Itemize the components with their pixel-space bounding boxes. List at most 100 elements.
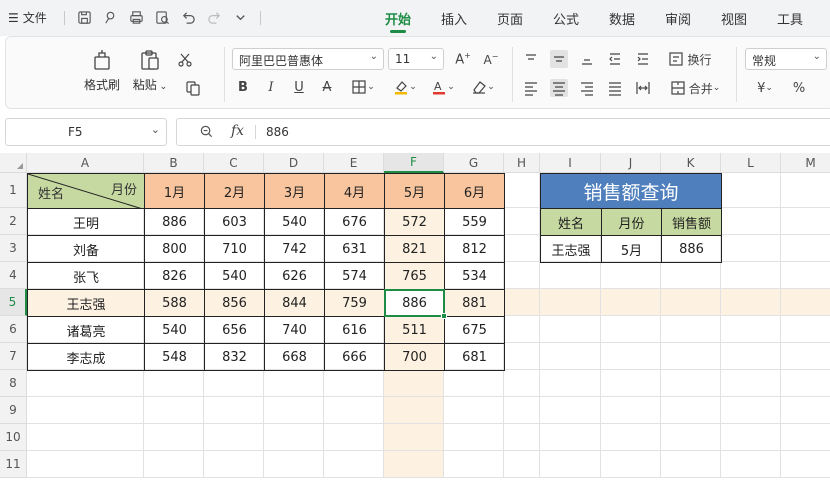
print-preview-icon[interactable] — [154, 9, 170, 25]
sales-value-cell[interactable]: 540 — [144, 316, 205, 344]
sales-value-cell[interactable]: 559 — [444, 208, 505, 236]
grid-cell[interactable] — [661, 451, 721, 478]
sales-value-cell[interactable]: 710 — [204, 235, 265, 263]
row-header-1[interactable]: 1 — [0, 173, 27, 208]
grid-cell[interactable] — [721, 424, 781, 451]
italic-icon[interactable]: I — [262, 78, 280, 96]
grid-cell[interactable] — [540, 397, 601, 424]
sales-value-cell[interactable]: 800 — [144, 235, 205, 263]
month-header-cell[interactable]: 4月 — [324, 173, 385, 209]
redo-icon[interactable] — [206, 9, 222, 25]
lookup-value-cell[interactable]: 886 — [661, 235, 722, 263]
grid-cell[interactable] — [204, 397, 264, 424]
diagonal-header-cell[interactable]: 月份 姓名 — [27, 173, 145, 209]
grid-cell[interactable] — [721, 262, 781, 289]
grid-cell[interactable] — [264, 370, 324, 397]
border-icon[interactable]: ⌄ — [348, 78, 378, 96]
grid-cell[interactable] — [661, 316, 721, 343]
grid-cell[interactable] — [144, 424, 204, 451]
row-header-10[interactable]: 10 — [0, 424, 27, 451]
lookup-value-cell[interactable]: 王志强 — [540, 235, 602, 263]
grid-cell[interactable] — [721, 343, 781, 370]
paste-button[interactable]: 粘贴 ⌄ — [130, 48, 170, 93]
sales-value-cell[interactable]: 681 — [444, 343, 505, 371]
grid-cell[interactable] — [204, 370, 264, 397]
sales-value-cell[interactable]: 603 — [204, 208, 265, 236]
row-header-4[interactable]: 4 — [0, 262, 27, 289]
currency-icon[interactable]: ¥ ⌄ — [750, 79, 780, 97]
grid-cell[interactable] — [721, 370, 781, 397]
decrease-indent-icon[interactable] — [606, 50, 624, 68]
align-right-icon[interactable] — [578, 79, 596, 97]
sales-value-cell[interactable]: 668 — [264, 343, 325, 371]
grid-cell[interactable] — [504, 173, 540, 208]
distributed-icon[interactable] — [634, 79, 652, 97]
grid-cell[interactable] — [781, 208, 830, 235]
lookup-title-cell[interactable]: 销售额查询 — [540, 173, 722, 209]
grid-cell[interactable] — [721, 208, 781, 235]
grid-cell[interactable] — [721, 173, 781, 208]
sales-value-cell[interactable]: 676 — [324, 208, 385, 236]
grid-cell[interactable] — [661, 397, 721, 424]
share-icon[interactable] — [102, 9, 118, 25]
decrease-font-icon[interactable]: A− — [482, 50, 500, 68]
active-cell[interactable]: 886 — [384, 289, 445, 317]
clear-format-icon[interactable]: ⌄ — [468, 78, 498, 96]
grid-cell[interactable] — [721, 235, 781, 262]
grid-cell[interactable] — [781, 397, 830, 424]
sales-value-cell[interactable]: 856 — [204, 289, 265, 317]
grid-cell[interactable] — [540, 316, 601, 343]
percent-icon[interactable]: % — [790, 79, 808, 97]
font-name-select[interactable]: 阿里巴巴普惠体 ⌄ — [232, 48, 384, 70]
undo-icon[interactable] — [180, 9, 196, 25]
grid-cell[interactable] — [504, 451, 540, 478]
lookup-value-cell[interactable]: 5月 — [601, 235, 662, 263]
column-header-m[interactable]: M — [781, 153, 830, 173]
sales-value-cell[interactable]: 742 — [264, 235, 325, 263]
grid-cell[interactable] — [27, 397, 144, 424]
select-all-corner[interactable] — [0, 153, 27, 173]
sales-value-cell[interactable]: 616 — [324, 316, 385, 344]
column-header-j[interactable]: J — [601, 153, 661, 173]
grid-cell[interactable] — [601, 262, 661, 289]
increase-font-icon[interactable]: A+ — [454, 50, 472, 68]
tab-review[interactable]: 审阅 — [665, 9, 691, 28]
align-bottom-icon[interactable] — [578, 50, 596, 68]
lookup-header-cell[interactable]: 销售额 — [661, 208, 722, 236]
file-menu[interactable]: ☰ 文件 — [8, 9, 47, 26]
sales-value-cell[interactable]: 881 — [444, 289, 505, 317]
employee-name-cell[interactable]: 刘备 — [27, 235, 145, 263]
format-painter-button[interactable]: 格式刷 — [82, 48, 122, 93]
lookup-header-cell[interactable]: 姓名 — [540, 208, 602, 236]
sales-value-cell[interactable]: 548 — [144, 343, 205, 371]
sales-value-cell[interactable]: 588 — [144, 289, 205, 317]
sales-value-cell[interactable]: 626 — [264, 262, 325, 290]
grid-cell[interactable] — [324, 451, 384, 478]
font-color-icon[interactable]: A ⌄ — [428, 78, 458, 96]
employee-name-cell[interactable]: 王志强 — [27, 289, 145, 317]
grid-cell[interactable] — [27, 451, 144, 478]
grid-cell[interactable] — [384, 451, 444, 478]
grid-cell[interactable] — [504, 208, 540, 235]
sales-value-cell[interactable]: 759 — [324, 289, 385, 317]
grid-cell[interactable] — [384, 370, 444, 397]
formula-bar[interactable]: fx 886 — [176, 118, 830, 146]
merge-button[interactable]: 合并 ⌄ — [666, 79, 724, 97]
tab-insert[interactable]: 插入 — [441, 9, 467, 28]
grid-cell[interactable] — [504, 316, 540, 343]
sales-value-cell[interactable]: 812 — [444, 235, 505, 263]
sales-value-cell[interactable]: 656 — [204, 316, 265, 344]
sales-value-cell[interactable]: 534 — [444, 262, 505, 290]
grid-cell[interactable] — [781, 235, 830, 262]
align-middle-icon[interactable] — [550, 50, 568, 68]
sales-value-cell[interactable]: 765 — [384, 262, 445, 290]
sales-value-cell[interactable]: 666 — [324, 343, 385, 371]
month-header-cell[interactable]: 2月 — [204, 173, 265, 209]
grid-cell[interactable] — [781, 173, 830, 208]
grid-cell[interactable] — [504, 397, 540, 424]
grid-cell[interactable] — [721, 289, 781, 316]
column-header-b[interactable]: B — [144, 153, 204, 173]
grid-cell[interactable] — [781, 289, 830, 316]
cut-icon[interactable] — [176, 51, 194, 69]
print-icon[interactable] — [128, 9, 144, 25]
